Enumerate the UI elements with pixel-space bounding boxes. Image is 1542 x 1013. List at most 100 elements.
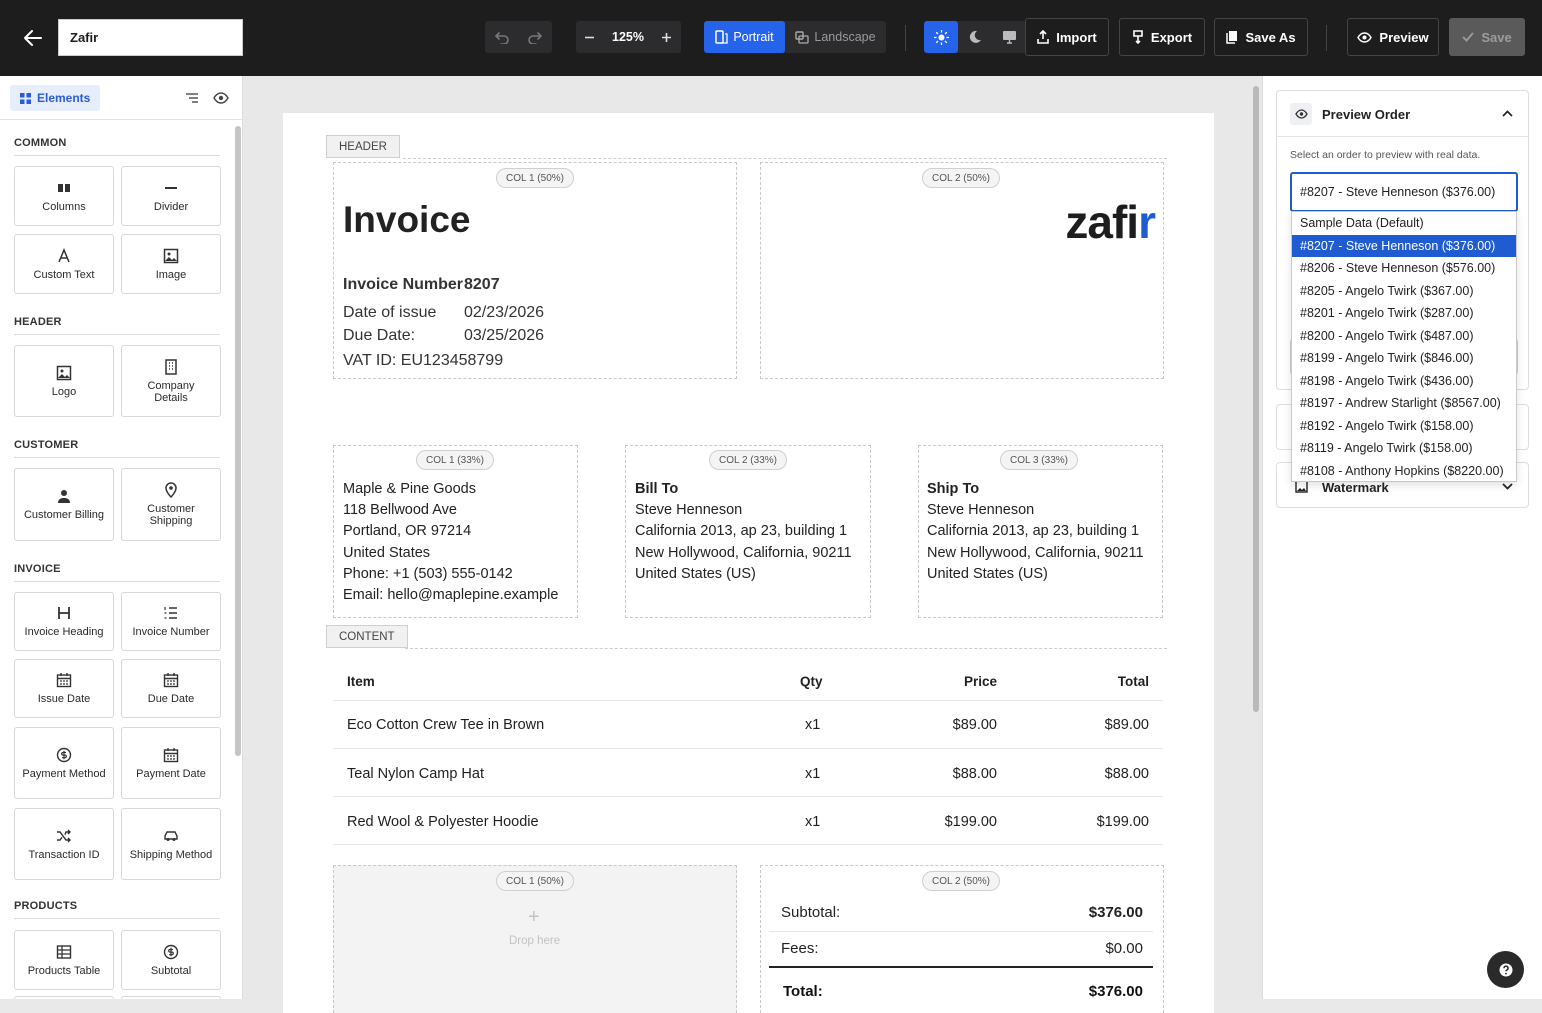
totals-column[interactable]: COL 2 (50%) Subtotal: $376.00 Fees: $0.0… xyxy=(760,865,1164,1013)
dropdown-option[interactable]: #8205 - Angelo Twirk ($367.00) xyxy=(1292,280,1516,303)
bill-to-column[interactable]: COL 2 (33%) Bill To Steve Henneson Calif… xyxy=(625,445,871,618)
due-date-value: 03/25/2026 xyxy=(464,327,545,344)
element-logo[interactable]: Logo xyxy=(14,345,114,417)
column-pill: COL 1 (33%) xyxy=(416,450,494,470)
element-image[interactable]: Image xyxy=(121,234,221,294)
orientation-toggle: Portrait Landscape xyxy=(704,21,886,53)
column-pill: COL 1 (50%) xyxy=(496,168,574,188)
grid-icon xyxy=(20,92,31,104)
element-transaction-id[interactable]: Transaction ID xyxy=(14,808,114,880)
company-details-column[interactable]: COL 1 (33%) Maple & Pine Goods 118 Bellw… xyxy=(333,445,578,618)
element-shipping-method[interactable]: Shipping Method xyxy=(121,808,221,880)
save-as-label: Save As xyxy=(1245,29,1296,45)
minus-icon xyxy=(585,36,594,38)
ship-to-column[interactable]: COL 3 (33%) Ship To Steve Henneson Calif… xyxy=(918,445,1163,618)
element-custom-text[interactable]: Custom Text xyxy=(14,234,114,294)
element-label: Due Date xyxy=(147,693,195,705)
element-invoice-heading[interactable]: Invoice Heading xyxy=(14,592,114,651)
preview-button[interactable]: Preview xyxy=(1347,18,1439,56)
row-item: Eco Cotton Crew Tee in Brown xyxy=(347,717,545,733)
header-column-1[interactable]: COL 1 (50%) Invoice Invoice Number 8207 … xyxy=(333,162,737,379)
landscape-button[interactable]: Landscape xyxy=(785,21,886,53)
bill-to-street: California 2013, ap 23, building 1 xyxy=(635,523,848,540)
zoom-out-button[interactable] xyxy=(576,21,603,53)
section-divider xyxy=(14,457,220,458)
save-button[interactable]: Save xyxy=(1449,18,1525,56)
element-subtotal[interactable]: Subtotal xyxy=(121,930,221,990)
invoice-heading: Invoice xyxy=(343,199,471,240)
element-payment-date[interactable]: Payment Date xyxy=(121,727,221,799)
element-invoice-number[interactable]: Invoice Number xyxy=(121,592,221,651)
total-label: Total: xyxy=(783,983,823,1000)
element-issue-date[interactable]: Issue Date xyxy=(14,659,114,718)
undo-button[interactable] xyxy=(485,21,518,53)
dark-theme-button[interactable] xyxy=(958,21,992,53)
visibility-button[interactable] xyxy=(213,90,229,106)
dropdown-option[interactable]: #8198 - Angelo Twirk ($436.00) xyxy=(1292,370,1516,393)
dropdown-option[interactable]: #8206 - Steve Henneson ($576.00) xyxy=(1292,257,1516,280)
list-tree-icon xyxy=(186,93,198,103)
portrait-button[interactable]: Portrait xyxy=(704,21,785,53)
header-column-2[interactable]: COL 2 (50%) zafir xyxy=(760,162,1164,379)
element-products-table[interactable]: Products Table xyxy=(14,930,114,990)
element-label: Divider xyxy=(153,200,189,213)
fees-label: Fees: xyxy=(781,940,819,957)
preview-hint: Select an order to preview with real dat… xyxy=(1290,149,1481,161)
elements-sidebar: Elements COMMON Columns Divider Custom T… xyxy=(0,76,243,999)
back-button[interactable] xyxy=(18,24,48,52)
dropdown-option[interactable]: Sample Data (Default) xyxy=(1292,212,1516,235)
dropdown-option[interactable]: #8119 - Angelo Twirk ($158.00) xyxy=(1292,437,1516,460)
help-button[interactable] xyxy=(1487,951,1524,988)
element-customer-shipping[interactable]: Customer Shipping xyxy=(121,468,221,541)
tab-elements[interactable]: Elements xyxy=(10,85,101,111)
divider-icon xyxy=(165,186,177,189)
element-company-details[interactable]: Company Details xyxy=(121,345,221,417)
ship-to-details: Ship To Steve Henneson California 2013, … xyxy=(927,479,1144,585)
arrow-left-icon xyxy=(24,30,42,46)
sidebar-scrollbar[interactable] xyxy=(235,126,241,756)
row-qty: x1 xyxy=(805,766,821,782)
element-divider[interactable]: Divider xyxy=(121,166,221,226)
company-country: United States xyxy=(343,544,431,561)
empty-drop-column[interactable]: COL 1 (50%) + Drop here xyxy=(333,865,737,1013)
bill-to-city: New Hollywood, California, 90211 xyxy=(635,544,852,561)
image-icon xyxy=(56,365,72,380)
dropdown-option-selected[interactable]: #8207 - Steve Henneson ($376.00) xyxy=(1292,234,1516,257)
dropdown-option[interactable]: #8201 - Angelo Twirk ($287.00) xyxy=(1292,302,1516,325)
element-customer-billing[interactable]: Customer Billing xyxy=(14,468,114,541)
element-columns[interactable]: Columns xyxy=(14,166,114,226)
dropdown-option[interactable]: #8199 - Angelo Twirk ($846.00) xyxy=(1292,347,1516,370)
section-tag-content[interactable]: CONTENT xyxy=(326,625,408,648)
save-label: Save xyxy=(1481,29,1512,45)
dropdown-option[interactable]: #8108 - Anthony Hopkins ($8220.00) xyxy=(1292,460,1516,483)
import-label: Import xyxy=(1056,29,1097,45)
document-name-input[interactable]: Zafir xyxy=(58,19,243,56)
calendar-icon xyxy=(163,747,179,762)
redo-button[interactable] xyxy=(518,21,551,53)
dropdown-option[interactable]: #8197 - Andrew Starlight ($8567.00) xyxy=(1292,392,1516,415)
system-theme-button[interactable] xyxy=(992,21,1026,53)
element-due-date[interactable]: Due Date xyxy=(121,659,221,718)
element-label: Customer Shipping xyxy=(147,503,195,527)
layers-button[interactable] xyxy=(184,90,200,106)
dropdown-option[interactable]: #8192 - Angelo Twirk ($158.00) xyxy=(1292,415,1516,438)
portrait-icon xyxy=(715,30,728,44)
section-tag-header[interactable]: HEADER xyxy=(326,135,400,158)
company-street: 118 Bellwood Ave xyxy=(343,502,457,519)
portrait-label: Portrait xyxy=(733,30,774,44)
order-select[interactable]: #8207 - Steve Henneson ($376.00) xyxy=(1290,172,1518,212)
element-payment-method[interactable]: Payment Method xyxy=(14,727,114,799)
section-title-customer: CUSTOMER xyxy=(14,439,79,451)
save-as-button[interactable]: Save As xyxy=(1214,18,1308,56)
canvas-scrollbar[interactable] xyxy=(1253,86,1259,712)
light-theme-button[interactable] xyxy=(924,21,958,53)
export-button[interactable]: Export xyxy=(1119,18,1205,56)
import-button[interactable]: Import xyxy=(1025,18,1109,56)
element-label: Products Table xyxy=(27,964,101,977)
row-total: $199.00 xyxy=(1096,814,1149,830)
preview-order-header[interactable]: Preview Order xyxy=(1277,91,1528,137)
element-label: Company Details xyxy=(147,379,195,404)
total-row: Total: $376.00 xyxy=(769,970,1153,1000)
zoom-in-button[interactable] xyxy=(653,21,680,53)
dropdown-option[interactable]: #8200 - Angelo Twirk ($487.00) xyxy=(1292,325,1516,348)
